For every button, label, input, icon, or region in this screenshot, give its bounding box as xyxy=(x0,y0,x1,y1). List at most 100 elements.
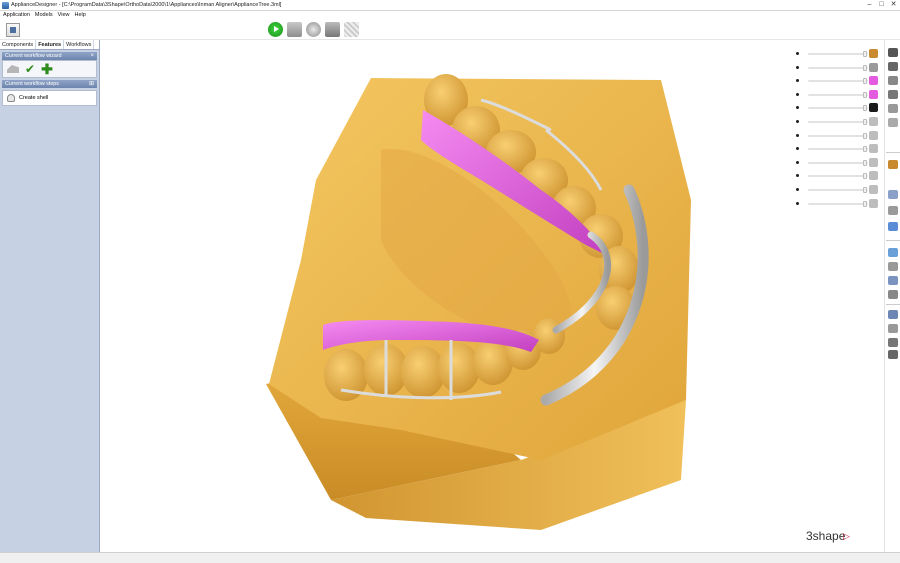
slider-track[interactable] xyxy=(808,120,868,123)
add-icon[interactable]: ✚ xyxy=(41,62,53,76)
tab-workflows[interactable]: Workflows xyxy=(64,40,95,49)
view-tool-icon[interactable] xyxy=(888,290,898,299)
toolbar-center xyxy=(268,22,359,37)
close-button[interactable]: ✕ xyxy=(889,1,898,9)
visibility-slider-3[interactable] xyxy=(796,89,881,103)
main-toolbar xyxy=(0,20,900,40)
visibility-slider-7[interactable] xyxy=(796,143,881,157)
slider-thumb[interactable] xyxy=(863,105,868,112)
slider-thumb[interactable] xyxy=(863,159,868,166)
menu-application[interactable]: Application xyxy=(3,11,30,20)
visibility-slider-2[interactable] xyxy=(796,75,881,89)
menu-view[interactable]: View xyxy=(58,11,70,20)
view-tool-icon[interactable] xyxy=(888,76,898,85)
visibility-slider-1[interactable] xyxy=(796,62,881,76)
window-title: ApplianceDesigner - [C:\ProgramData\3Sha… xyxy=(11,2,282,8)
step-create-shell[interactable]: Create shell xyxy=(2,90,97,106)
view-tool-icon[interactable] xyxy=(888,90,898,99)
visibility-slider-4[interactable] xyxy=(796,102,881,116)
visibility-slider-6[interactable] xyxy=(796,130,881,144)
view-tool-icon[interactable] xyxy=(888,310,898,319)
visibility-slider-10[interactable] xyxy=(796,184,881,198)
view-tool-icon[interactable] xyxy=(888,248,898,257)
visibility-sliders xyxy=(796,48,881,211)
tab-components[interactable]: Components xyxy=(0,40,37,49)
globe-icon[interactable] xyxy=(306,22,321,37)
object-swatch-icon[interactable] xyxy=(869,157,878,167)
visibility-slider-0[interactable] xyxy=(796,48,881,62)
slider-thumb[interactable] xyxy=(863,186,868,193)
pin-icon[interactable]: ⊞ xyxy=(89,80,94,88)
slider-dot xyxy=(796,65,799,69)
slider-track[interactable] xyxy=(808,53,868,55)
appliance-icon[interactable] xyxy=(6,23,20,37)
view-tool-icon[interactable] xyxy=(888,262,898,271)
view-tool-icon[interactable] xyxy=(888,62,898,71)
object-swatch-icon[interactable] xyxy=(869,116,878,126)
visibility-slider-9[interactable] xyxy=(796,170,881,184)
view-tool-icon[interactable] xyxy=(888,104,898,113)
object-swatch-icon[interactable] xyxy=(869,144,878,154)
model-icon[interactable] xyxy=(287,22,302,37)
menu-help[interactable]: Help xyxy=(74,11,85,20)
view-tool-icon[interactable] xyxy=(888,350,898,359)
slider-dot xyxy=(796,92,799,96)
view-tool-icon[interactable] xyxy=(888,338,898,347)
visibility-slider-8[interactable] xyxy=(796,157,881,171)
view-tool-icon[interactable] xyxy=(888,206,898,215)
slider-track[interactable] xyxy=(808,175,868,178)
slider-thumb[interactable] xyxy=(863,91,868,98)
back-icon[interactable] xyxy=(7,65,19,73)
slider-dot xyxy=(796,160,799,164)
slider-thumb[interactable] xyxy=(863,132,868,139)
grid-icon[interactable] xyxy=(344,22,359,37)
view-tool-icon[interactable] xyxy=(888,324,898,333)
slider-dot xyxy=(796,174,799,178)
slider-track[interactable] xyxy=(808,188,868,191)
object-swatch-icon[interactable] xyxy=(869,89,878,99)
view-tool-icon[interactable] xyxy=(888,190,898,199)
check-icon[interactable]: ✔ xyxy=(25,63,35,75)
view-tool-icon[interactable] xyxy=(888,222,898,231)
menu-models[interactable]: Models xyxy=(35,11,53,20)
object-swatch-icon[interactable] xyxy=(869,184,878,194)
tab-features[interactable]: Features xyxy=(36,40,65,49)
slider-dot xyxy=(796,201,799,205)
slider-thumb[interactable] xyxy=(863,146,868,153)
wizard-header-label: Current workflow wizard xyxy=(5,53,62,59)
slider-thumb[interactable] xyxy=(863,118,868,125)
3d-viewport[interactable]: 3shape ▷ xyxy=(101,40,884,552)
maximize-button[interactable]: □ xyxy=(877,1,886,9)
slider-track[interactable] xyxy=(808,161,868,164)
object-swatch-icon[interactable] xyxy=(869,130,878,140)
slider-track[interactable] xyxy=(808,134,868,137)
view-tool-icon[interactable] xyxy=(888,118,898,127)
object-swatch-icon[interactable] xyxy=(869,103,878,113)
visibility-slider-5[interactable] xyxy=(796,116,881,130)
view-tool-icon[interactable] xyxy=(888,48,898,57)
dental-model-render[interactable]: 3shape ▷ xyxy=(101,40,884,552)
object-swatch-icon[interactable] xyxy=(869,171,878,181)
view-tool-icon[interactable] xyxy=(888,160,898,169)
slider-track[interactable] xyxy=(808,148,868,151)
slider-track[interactable] xyxy=(808,107,868,110)
slider-thumb[interactable] xyxy=(863,78,868,85)
slider-thumb[interactable] xyxy=(863,51,868,57)
visibility-slider-11[interactable] xyxy=(796,198,881,212)
minimize-button[interactable]: – xyxy=(865,1,874,9)
slider-thumb[interactable] xyxy=(863,200,868,207)
object-swatch-icon[interactable] xyxy=(869,62,878,72)
slider-thumb[interactable] xyxy=(863,173,868,180)
view-tool-icon[interactable] xyxy=(888,276,898,285)
wizard-close-icon[interactable]: × xyxy=(90,52,94,60)
slider-track[interactable] xyxy=(808,66,868,69)
slider-track[interactable] xyxy=(808,202,868,205)
camera-icon[interactable] xyxy=(325,22,340,37)
slider-track[interactable] xyxy=(808,93,868,96)
object-swatch-icon[interactable] xyxy=(869,49,878,58)
play-icon[interactable] xyxy=(268,22,283,37)
slider-track[interactable] xyxy=(808,80,868,83)
object-swatch-icon[interactable] xyxy=(869,76,878,86)
object-swatch-icon[interactable] xyxy=(869,198,878,208)
slider-thumb[interactable] xyxy=(863,64,868,71)
